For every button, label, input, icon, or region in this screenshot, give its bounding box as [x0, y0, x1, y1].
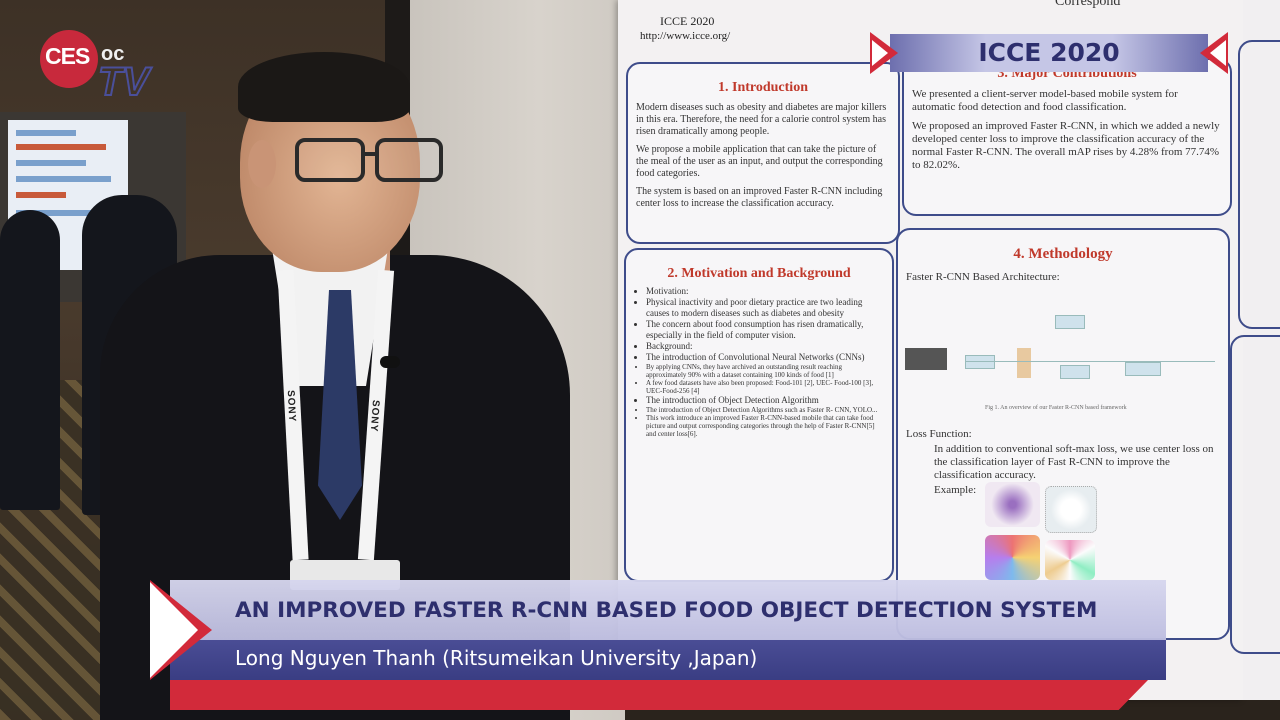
list-item: Motivation:	[646, 286, 884, 297]
list-item: The introduction of Convolutional Neural…	[646, 352, 884, 363]
section-heading: 4. Methodology	[1013, 246, 1113, 262]
glasses	[295, 138, 445, 182]
example-plot	[985, 482, 1040, 527]
poster-header-title: ICCE 2020	[660, 14, 715, 28]
list-item: Physical inactivity and poor dietary pra…	[646, 297, 884, 319]
example-plot	[1045, 540, 1095, 580]
poster-section-motivation: 2. Motivation and Background Motivation:…	[624, 248, 894, 582]
loss-function-text: In addition to conventional soft-max los…	[934, 443, 1214, 481]
architecture-label: Faster R-CNN Based Architecture:	[906, 271, 1060, 283]
adjacent-poster-box	[1230, 335, 1280, 654]
food-image-thumbnail	[905, 348, 947, 370]
list-item: A few food datasets have also been propo…	[646, 379, 884, 395]
section-paragraph: We presented a client-server model-based…	[912, 88, 1178, 113]
section-paragraph: Modern diseases such as obesity and diab…	[636, 102, 887, 137]
list-item: The introduction of Object Detection Alg…	[646, 406, 884, 414]
loss-function-label: Loss Function:	[906, 428, 972, 440]
poster-section-introduction: 1. Introduction Modern diseases such as …	[626, 62, 900, 244]
logo-tv-text: TV	[97, 59, 150, 105]
event-banner-text: ICCE 2020	[978, 38, 1120, 67]
event-banner: ICCE 2020	[870, 30, 1228, 76]
lanyard-brand: SONY	[367, 399, 382, 433]
section-heading: 2. Motivation and Background	[667, 266, 851, 281]
section-heading: 1. Introduction	[718, 80, 808, 95]
lower-third-caption: AN IMPROVED FASTER R-CNN BASED FOOD OBJE…	[150, 578, 1170, 718]
cesoc-tv-logo: CES oc TV	[40, 26, 170, 106]
section-list: Motivation: Physical inactivity and poor…	[626, 286, 892, 438]
poster-section-contributions: 3. Major Contributions We presented a cl…	[902, 58, 1232, 216]
bystander-person	[0, 210, 60, 510]
speaker-name: Long Nguyen Thanh (Ritsumeikan Universit…	[235, 646, 758, 670]
poster-header-url: http://www.icce.org/	[640, 30, 731, 42]
list-item: The concern about food consumption has r…	[646, 319, 884, 341]
example-plot	[1045, 486, 1097, 533]
video-frame: ICCE 2020 http://www.icce.org/ Correspon…	[0, 0, 1280, 720]
list-item: Background:	[646, 341, 884, 352]
section-paragraph: We proposed an improved Faster R-CNN, in…	[912, 120, 1220, 171]
speaker-hair	[238, 52, 410, 122]
list-item: This work introduce an improved Faster R…	[646, 414, 884, 438]
poster-header-right: Correspond	[1055, 0, 1121, 9]
logo-ces-text: CES	[45, 43, 90, 69]
adjacent-poster-box	[1238, 40, 1280, 329]
list-item: The introduction of Object Detection Alg…	[646, 395, 884, 406]
architecture-diagram	[905, 300, 1215, 410]
example-plot	[985, 535, 1040, 580]
section-paragraph: We propose a mobile application that can…	[636, 144, 883, 179]
list-item: By applying CNNs, they have archived an …	[646, 363, 884, 379]
section-paragraph: The system is based on an improved Faste…	[636, 186, 883, 209]
lanyard-brand: SONY	[284, 389, 298, 423]
speaker-ear	[248, 140, 276, 188]
lapel-mic	[380, 356, 400, 368]
figure-caption: Fig 1. An overview of our Faster R-CNN b…	[985, 405, 1127, 411]
talk-title: AN IMPROVED FASTER R-CNN BASED FOOD OBJE…	[235, 598, 1098, 623]
